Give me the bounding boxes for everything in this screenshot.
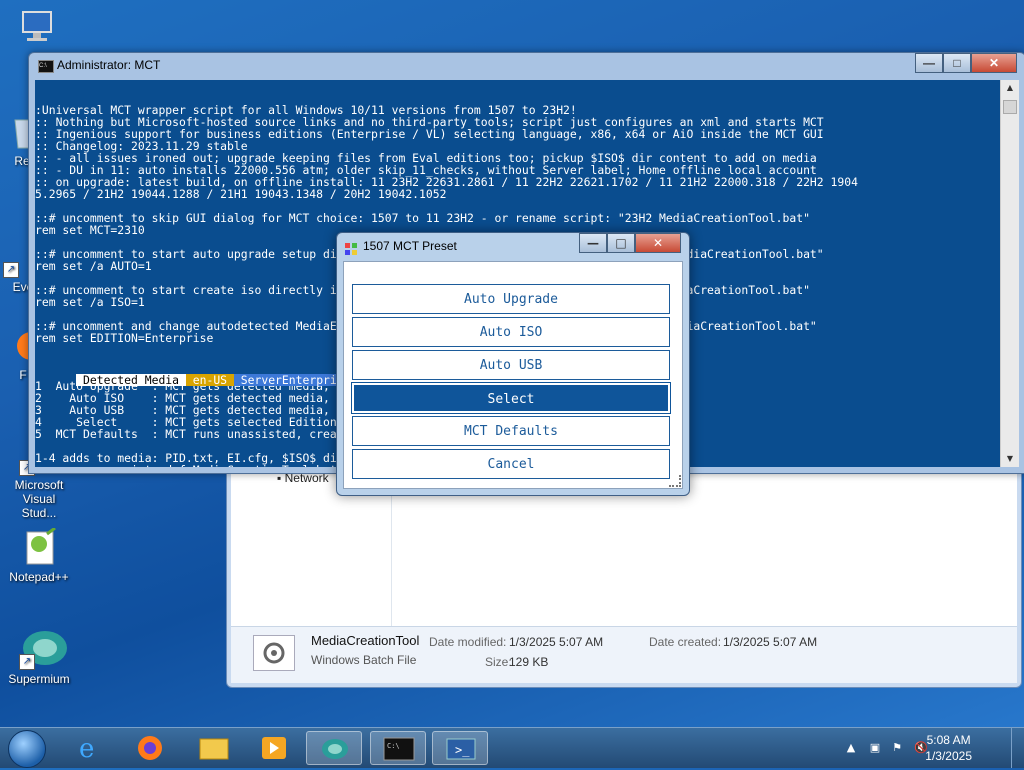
svg-text:>_: >_ [455, 743, 470, 757]
resize-grip-icon[interactable] [669, 475, 681, 487]
dialog-app-icon [345, 240, 357, 255]
dialog-minimize-button[interactable]: — [579, 233, 607, 253]
detected-media-badge: Detected Media [76, 373, 186, 387]
scroll-down-icon[interactable]: ▼ [1001, 451, 1019, 467]
date-modified-value: 1/3/2025 5:07 AM [509, 635, 604, 649]
console-line: 5.2965 / 21H2 19044.1288 / 21H1 19043.13… [35, 187, 447, 201]
desktop-icon-label: Supermium [8, 672, 70, 686]
dialog-maximize-button[interactable]: □ [607, 233, 635, 253]
dialog-body: Auto Upgrade Auto ISO Auto USB Select MCT De… [343, 261, 683, 489]
window-title: Administrator: MCT [57, 58, 161, 72]
size-value: 129 KB [509, 655, 549, 669]
minimize-button[interactable]: — [915, 53, 943, 73]
start-button[interactable] [8, 730, 46, 768]
supermium-icon: ↗ [17, 630, 67, 670]
date-created-label: Date created: [649, 635, 722, 649]
svg-text:e: e [79, 734, 94, 764]
date-created-value: 1/3/2025 5:07 AM [723, 635, 818, 649]
taskbar-media-player-button[interactable] [246, 731, 302, 765]
taskbar-cmd-button[interactable]: C:\ [370, 731, 426, 765]
console-line: ::# uncomment to skip GUI dialog for MCT… [35, 211, 810, 225]
clock[interactable]: 5:08 AM 1/3/2025 [925, 732, 972, 764]
console-icon: C:\ [38, 60, 54, 73]
scroll-thumb[interactable] [1003, 100, 1017, 114]
status-bar: Detected Media en-US ServerEnterprise [35, 362, 358, 386]
file-type: Windows Batch File [311, 653, 417, 667]
date-modified-label: Date modified: [429, 635, 507, 649]
mct-preset-dialog[interactable]: 1507 MCT Preset — □ ✕ Auto Upgrade Auto I… [336, 232, 690, 496]
close-button[interactable]: ✕ [971, 53, 1017, 73]
dialog-title: 1507 MCT Preset [363, 239, 457, 253]
scroll-up-icon[interactable]: ▲ [1001, 80, 1019, 96]
desktop-icon-label: Microsoft Visual Stud... [14, 478, 64, 520]
dialog-close-button[interactable]: ✕ [635, 233, 681, 253]
svg-text:C:\: C:\ [387, 742, 400, 750]
preset-option-select[interactable]: Select [351, 382, 671, 414]
clock-date: 1/3/2025 [925, 749, 972, 763]
preset-option-mct-defaults[interactable]: MCT Defaults [352, 416, 670, 446]
details-pane: MediaCreationTool Windows Batch File Dat… [231, 626, 1017, 683]
taskbar-firefox-button[interactable] [122, 731, 178, 765]
batch-file-icon [253, 635, 295, 671]
desktop-icon-notepadpp[interactable]: Notepad++ [4, 526, 74, 584]
clock-time: 5:08 AM [926, 733, 971, 747]
action-center-flag-icon[interactable]: ⚑ [890, 741, 904, 755]
taskbar: e C:\ >_ ▲ ▣ ⚑ 🔇 5:08 AM 1/3/2025 [0, 727, 1024, 768]
preset-option-auto-iso[interactable]: Auto ISO [352, 317, 670, 347]
file-name: MediaCreationTool [311, 633, 420, 648]
shortcut-arrow-icon: ↗ [19, 654, 35, 670]
taskbar-ie-button[interactable]: e [62, 731, 118, 765]
maximize-button[interactable]: □ [943, 53, 971, 73]
computer-icon [15, 8, 59, 48]
taskbar-supermium-button[interactable] [306, 731, 362, 765]
preset-option-auto-usb[interactable]: Auto USB [352, 350, 670, 380]
taskbar-explorer-button[interactable] [186, 731, 242, 765]
shortcut-arrow-icon: ↗ [3, 262, 19, 278]
desktop-icon-label: F [19, 368, 27, 382]
desktop-icon-supermium[interactable]: ↗ Supermium [4, 630, 74, 686]
taskbar-powershell-button[interactable]: >_ [432, 731, 488, 765]
desktop-icon-label: Notepad++ [9, 570, 69, 584]
size-label: Size: [485, 655, 512, 669]
network-tray-icon[interactable]: ▣ [868, 741, 882, 755]
console-titlebar[interactable]: C:\ Administrator: MCT — □ ✕ [29, 53, 1024, 77]
language-badge: en-US [185, 373, 234, 387]
vertical-scrollbar[interactable]: ▲ ▼ [1000, 80, 1019, 467]
preset-option-cancel[interactable]: Cancel [352, 449, 670, 479]
preset-option-auto-upgrade[interactable]: Auto Upgrade [352, 284, 670, 314]
notepadpp-icon [17, 526, 61, 568]
show-desktop-button[interactable] [1011, 728, 1024, 768]
show-hidden-icons-icon[interactable]: ▲ [844, 741, 858, 755]
